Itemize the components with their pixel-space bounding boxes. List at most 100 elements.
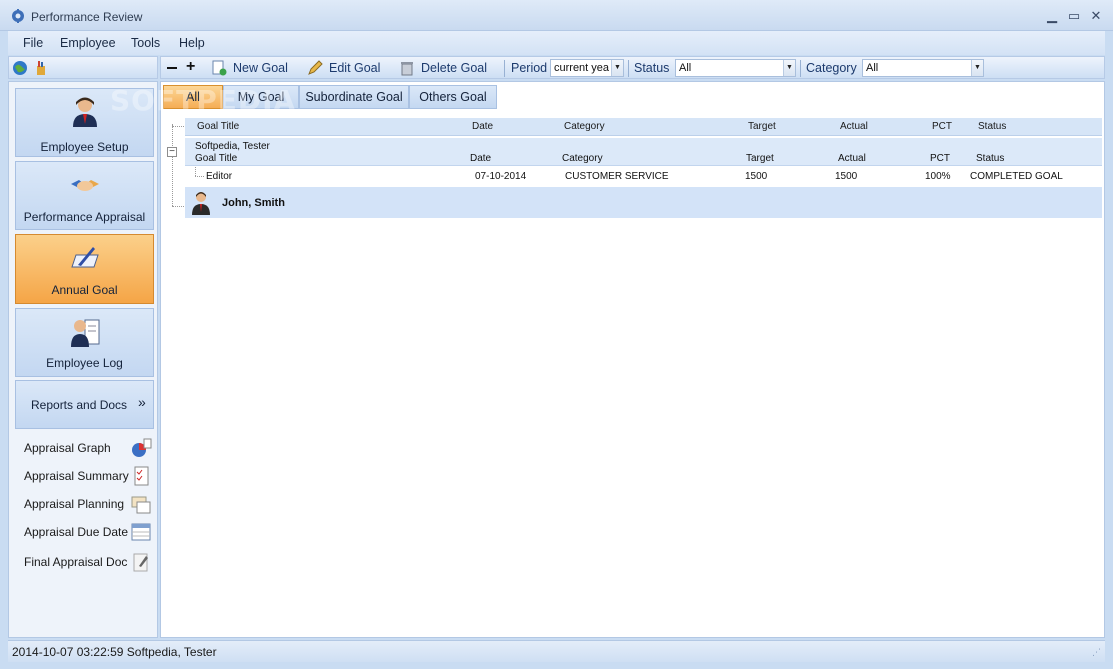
column-header[interactable]: PCT [932,121,952,132]
app-icon [12,9,24,23]
maximize-icon[interactable]: ▭ [1066,8,1082,24]
tree-line [195,167,196,176]
tree-line [172,206,184,207]
expand-icon[interactable]: + [186,58,195,76]
chevron-down-icon[interactable]: ▼ [971,60,983,76]
period-value: current yea [554,62,610,74]
sub-column-header: Date [470,153,492,164]
resize-grip-icon[interactable]: ⋰ [1092,647,1101,658]
sub-column-header: Target [746,153,774,164]
tree-line [195,176,204,177]
category-select[interactable]: All ▼ [862,59,984,77]
minimize-icon[interactable]: ▁ [1044,8,1060,24]
handshake-icon [71,180,99,191]
close-icon[interactable]: ✕ [1088,8,1104,24]
employee-log-icon [71,319,100,347]
nav-annual-goal[interactable]: Annual Goal [15,234,154,304]
collapse-icon[interactable] [167,67,177,69]
menu-file[interactable]: File [23,36,43,50]
report-label: Appraisal Graph [24,441,111,455]
new-goal-button[interactable]: New Goal [233,61,288,75]
nav-performance-appraisal[interactable]: Performance Appraisal [15,161,154,230]
group-name: Softpedia, Tester [195,141,270,152]
calendar-icon [131,523,151,541]
reports-and-docs-button[interactable]: Reports and Docs » [15,380,154,429]
status-select[interactable]: All ▼ [675,59,796,77]
chart-icon [132,438,152,457]
report-label: Appraisal Summary [24,469,129,483]
new-goal-icon[interactable] [211,60,227,76]
report-final-appraisal-doc[interactable]: Final Appraisal Doc [15,549,154,575]
toolbar-separator [628,60,629,77]
toolbar-separator [800,60,801,77]
nav-label: Employee Log [46,356,123,370]
edit-goal-button[interactable]: Edit Goal [329,61,380,75]
column-header[interactable]: Status [978,121,1006,132]
pencil-holder-icon[interactable] [34,60,48,76]
goal-title: Editor [206,171,233,182]
report-appraisal-planning[interactable]: Appraisal Planning [15,491,154,517]
menu-tools[interactable]: Tools [131,36,160,50]
goal-status: COMPLETED GOAL [970,171,1063,182]
group-row[interactable]: Softpedia, Tester Goal Title Date Catego… [185,138,1102,166]
goal-pct: 100% [925,171,951,182]
period-select[interactable]: current yea ▼ [550,59,624,77]
tab-others-goal[interactable]: Others Goal [409,85,497,109]
planning-icon [131,496,151,514]
column-header[interactable]: Category [564,121,605,132]
left-toolbar [8,56,158,79]
double-chevron-right-icon[interactable]: » [138,394,146,410]
tree-line [172,126,184,127]
report-appraisal-graph[interactable]: Appraisal Graph [15,435,154,461]
chevron-down-icon[interactable]: ▼ [611,60,623,76]
checklist-icon [134,466,149,486]
nav-employee-log[interactable]: Employee Log [15,308,154,377]
report-label: Final Appraisal Doc [24,555,128,569]
column-header[interactable]: Target [748,121,776,132]
table-row[interactable]: Editor 07-10-2014 CUSTOMER SERVICE 1500 … [185,167,1102,186]
report-label: Appraisal Planning [24,497,125,511]
category-value: All [866,62,879,74]
goal-target: 1500 [745,171,768,182]
status-text: 2014-10-07 03:22:59 Softpedia, Tester [12,645,217,659]
status-bar: 2014-10-07 03:22:59 Softpedia, Tester ⋰ [8,640,1105,662]
main-toolbar: + New Goal Edit Goal Delete Goal Period … [160,56,1105,79]
goal-category: CUSTOMER SERVICE [565,171,669,182]
delete-goal-button[interactable]: Delete Goal [421,61,487,75]
column-header[interactable]: Date [472,121,493,132]
sub-column-header: PCT [930,153,950,164]
goal-actual: 1500 [835,171,858,182]
navigation-panel: Employee Setup Performance Appraisal Ann… [8,81,158,638]
menu-bar: File Employee Tools Help [8,31,1105,55]
sub-column-header: Goal Title [195,153,238,164]
menu-help[interactable]: Help [179,36,205,50]
notebook-pen-icon [71,247,99,268]
collapse-toggle-icon[interactable]: − [167,147,177,157]
sub-column-header: Status [976,153,1005,164]
column-header[interactable]: Actual [840,121,868,132]
status-label: Status [634,61,670,75]
menu-employee[interactable]: Employee [60,36,116,50]
chevron-down-icon[interactable]: ▼ [783,60,795,76]
period-label: Period [511,61,548,75]
edit-goal-icon[interactable] [307,60,323,76]
status-value: All [679,62,692,74]
report-appraisal-due-date[interactable]: Appraisal Due Date [15,519,154,545]
nav-label: Annual Goal [51,283,118,297]
goal-date: 07-10-2014 [475,171,527,182]
employee-group-row[interactable]: John, Smith [185,187,1102,218]
delete-goal-icon[interactable] [399,60,415,76]
window-title: Performance Review [31,10,143,24]
sub-column-header: Actual [838,153,866,164]
watermark: SOFTPEDIA [110,84,297,117]
report-appraisal-summary[interactable]: Appraisal Summary [15,463,154,489]
report-label: Appraisal Due Date [24,525,129,539]
document-icon [133,553,148,572]
column-header[interactable]: Goal Title [197,121,239,132]
globe-icon[interactable] [12,60,28,76]
reports-label: Reports and Docs [31,398,128,412]
employee-avatar-icon [192,192,210,215]
tab-subordinate-goal[interactable]: Subordinate Goal [299,85,409,109]
category-label: Category [806,61,857,75]
nav-label: Employee Setup [40,140,129,154]
